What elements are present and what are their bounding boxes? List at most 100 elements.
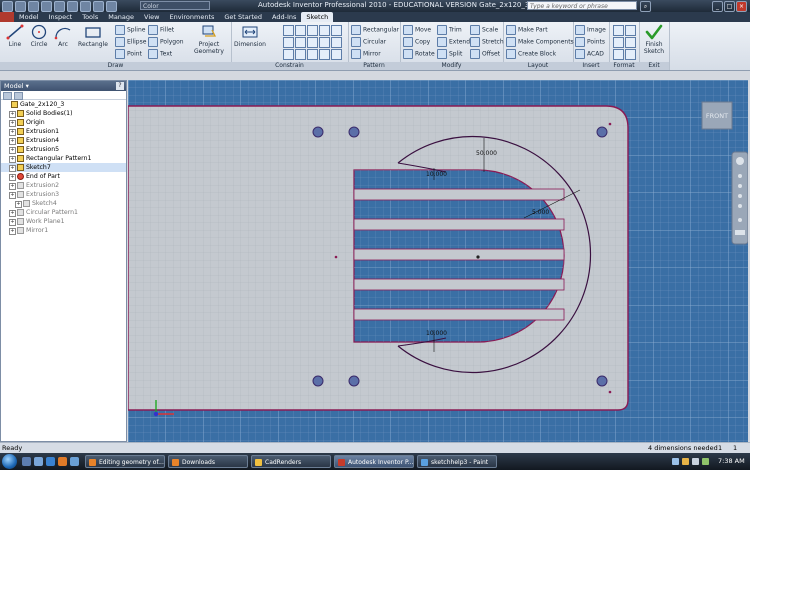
mounting-hole[interactable] xyxy=(312,126,324,138)
concentric-constraint-icon[interactable] xyxy=(307,25,318,36)
tray-app-icon[interactable] xyxy=(672,458,679,465)
steering-wheel-icon[interactable] xyxy=(736,157,744,165)
select-icon[interactable] xyxy=(93,1,104,12)
arc-button[interactable]: Arc xyxy=(48,24,78,48)
parallel-constraint-icon[interactable] xyxy=(283,37,294,48)
expand-toggle-icon[interactable]: + xyxy=(9,111,16,118)
close-icon[interactable]: × xyxy=(736,1,747,12)
tray-security-icon[interactable] xyxy=(702,458,709,465)
format-grid-icon[interactable] xyxy=(625,25,636,36)
expand-toggle-icon[interactable]: + xyxy=(15,201,22,208)
expand-toggle-icon[interactable]: + xyxy=(9,129,16,136)
horizontal-constraint-icon[interactable] xyxy=(307,37,318,48)
expand-toggle-icon[interactable]: + xyxy=(9,138,16,145)
arc-center-point[interactable] xyxy=(476,255,480,259)
app-menu-icon[interactable] xyxy=(2,1,13,12)
make-part-button[interactable]: Make Part xyxy=(506,25,548,35)
expand-toggle-icon[interactable]: + xyxy=(9,210,16,217)
expand-toggle-icon[interactable]: + xyxy=(9,192,16,199)
new-icon[interactable] xyxy=(15,1,26,12)
tab-manage[interactable]: Manage xyxy=(103,12,139,22)
expand-toggle-icon[interactable]: + xyxy=(9,165,16,172)
taskbar-button[interactable]: Editing geometry of... xyxy=(85,455,165,468)
tab-tools[interactable]: Tools xyxy=(77,12,103,22)
project-geometry-button[interactable]: Project Geometry xyxy=(192,24,226,55)
expand-toggle-icon[interactable]: + xyxy=(9,174,16,181)
smooth-constraint-icon[interactable] xyxy=(295,49,306,60)
tangent-constraint-icon[interactable] xyxy=(283,49,294,60)
circular-pattern-button[interactable]: Circular xyxy=(351,37,386,47)
expand-toggle-icon[interactable]: + xyxy=(9,147,16,154)
trim-button[interactable]: Trim xyxy=(437,25,462,35)
find-icon[interactable] xyxy=(14,92,23,100)
look-at-icon[interactable] xyxy=(738,218,742,222)
dimension-label[interactable]: 10.000 xyxy=(426,330,447,337)
slot-bar[interactable] xyxy=(353,278,565,291)
format-center-icon[interactable] xyxy=(613,49,624,60)
dimension-label[interactable]: 10.000 xyxy=(426,171,447,178)
browser-item[interactable]: + Rectangular Pattern1 xyxy=(1,154,126,163)
offset-button[interactable]: Offset xyxy=(470,49,500,59)
spline-button[interactable]: Spline xyxy=(115,25,145,35)
format-style-icon[interactable] xyxy=(613,25,624,36)
home-icon[interactable] xyxy=(80,1,91,12)
browser-item[interactable]: + Origin xyxy=(1,118,126,127)
format-panel-title[interactable]: Format xyxy=(609,62,639,70)
format-show-format-icon[interactable] xyxy=(625,37,636,48)
tab-view[interactable]: View xyxy=(139,12,164,22)
expand-toggle-icon[interactable]: + xyxy=(9,120,16,127)
mounting-hole[interactable] xyxy=(596,375,608,387)
browser-help-button[interactable]: ? xyxy=(116,82,124,90)
equal-constraint-icon[interactable] xyxy=(331,37,342,48)
nav-menu-icon[interactable] xyxy=(735,230,745,235)
copy-button[interactable]: Copy xyxy=(403,37,430,47)
browser-header[interactable]: Model ▾ ? xyxy=(1,81,126,91)
viewcube-label[interactable]: FRONT xyxy=(706,112,728,120)
symmetric-constraint-icon[interactable] xyxy=(331,25,342,36)
tray-network-icon[interactable] xyxy=(682,458,689,465)
rectangular-pattern-button[interactable]: Rectangular xyxy=(351,25,399,35)
update-icon[interactable] xyxy=(106,1,117,12)
browser-item[interactable]: + Extrusion3 xyxy=(1,190,126,199)
undo-icon[interactable] xyxy=(54,1,65,12)
browser-item[interactable]: + Extrusion1 xyxy=(1,127,126,136)
browser-item[interactable]: + Mirror1 xyxy=(1,226,126,235)
start-button[interactable] xyxy=(2,454,17,469)
perpendicular-constraint-icon[interactable] xyxy=(295,37,306,48)
expand-toggle-icon[interactable]: + xyxy=(9,156,16,163)
browser-item[interactable]: + Solid Bodies(1) xyxy=(1,109,126,118)
firefox-icon[interactable] xyxy=(58,457,67,466)
tab-sketch[interactable]: Sketch xyxy=(301,12,334,22)
browser-item[interactable]: + Extrusion2 xyxy=(1,181,126,190)
ellipse-button[interactable]: Ellipse xyxy=(115,37,146,47)
slot-bar[interactable] xyxy=(353,218,565,231)
taskbar-clock[interactable]: 7:38 AM xyxy=(718,453,745,470)
save-icon[interactable] xyxy=(41,1,52,12)
color-dropdown[interactable]: Color xyxy=(140,1,210,10)
quicklaunch-app-icon[interactable] xyxy=(70,457,79,466)
internet-explorer-icon[interactable] xyxy=(46,457,55,466)
mounting-hole[interactable] xyxy=(348,375,360,387)
mounting-hole[interactable] xyxy=(312,375,324,387)
image-button[interactable]: Image xyxy=(575,25,606,35)
create-block-button[interactable]: Create Block xyxy=(506,49,556,59)
tab-get-started[interactable]: Get Started xyxy=(219,12,267,22)
mounting-hole[interactable] xyxy=(596,126,608,138)
extend-button[interactable]: Extend xyxy=(437,37,470,47)
sketch-point[interactable] xyxy=(608,390,612,394)
tab-model[interactable]: Model xyxy=(14,12,44,22)
help-binoculars-icon[interactable]: ⌕ xyxy=(640,1,651,12)
browser-item[interactable]: + Work Plane1 xyxy=(1,217,126,226)
graphics-window[interactable]: 50.000 10.000 5.000 10.000 FRONT xyxy=(128,80,748,442)
navigation-bar[interactable] xyxy=(731,151,748,245)
sketch-canvas[interactable]: 50.000 10.000 5.000 10.000 FRONT xyxy=(128,80,748,442)
zoom-all-icon[interactable] xyxy=(738,204,742,208)
maximize-icon[interactable]: □ xyxy=(724,1,735,12)
browser-item[interactable]: + Extrusion4 xyxy=(1,136,126,145)
file-menu-button[interactable] xyxy=(0,12,14,22)
coincident-constraint-icon[interactable] xyxy=(283,25,294,36)
taskbar-button[interactable]: sketchhelp3 - Paint xyxy=(417,455,497,468)
browser-item[interactable]: + Sketch4 xyxy=(1,199,126,208)
move-button[interactable]: Move xyxy=(403,25,431,35)
expand-toggle-icon[interactable]: + xyxy=(9,228,16,235)
